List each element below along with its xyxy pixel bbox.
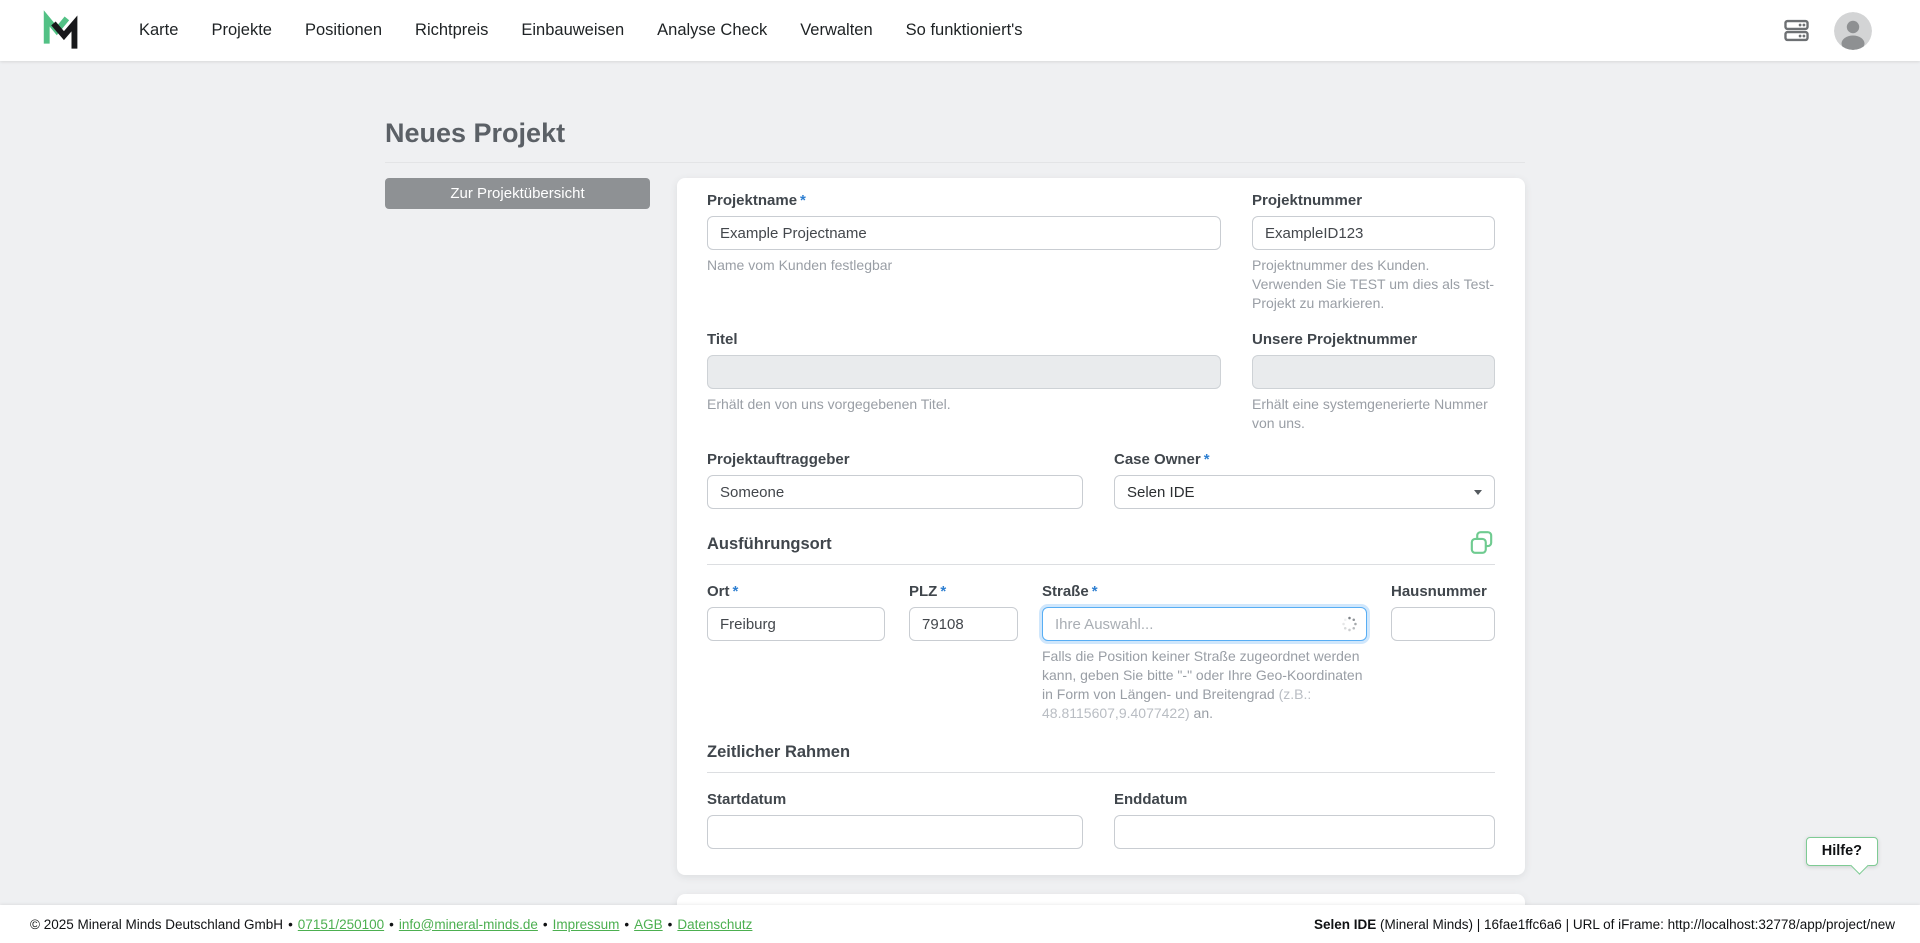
nav-item-karte[interactable]: Karte	[139, 21, 178, 40]
chevron-down-icon	[1474, 490, 1482, 495]
section-zeitlicher-rahmen-title: Zeitlicher Rahmen	[707, 743, 850, 762]
unsere-projektnummer-helper: Erhält eine systemgenerierte Nummer von …	[1252, 395, 1495, 433]
avatar-icon	[1834, 12, 1872, 50]
copy-address-button[interactable]	[1468, 529, 1495, 556]
projektname-label: Projektname*	[707, 192, 1221, 209]
field-ort: Ort*	[707, 583, 885, 723]
case-owner-label: Case Owner*	[1114, 451, 1495, 468]
field-unsere-projektnummer: Unsere Projektnummer Erhält eine systemg…	[1252, 331, 1495, 433]
field-hausnummer: Hausnummer	[1391, 583, 1495, 723]
projektname-helper: Name vom Kunden festlegbar	[707, 256, 1221, 275]
nav-item-verwalten[interactable]: Verwalten	[800, 21, 872, 40]
footer-user-name: Selen IDE	[1314, 917, 1376, 932]
startdatum-label: Startdatum	[707, 791, 1083, 808]
footer-email-link[interactable]: info@mineral-minds.de	[399, 917, 538, 932]
footer-phone-link[interactable]: 07151/250100	[298, 917, 384, 932]
nav-item-analyse-check[interactable]: Analyse Check	[657, 21, 767, 40]
projektauftraggeber-input[interactable]	[707, 475, 1083, 509]
required-asterisk: *	[1204, 451, 1210, 468]
footer-session-info: (Mineral Minds) | 16fae1ffc6a6 | URL of …	[1376, 917, 1895, 932]
projektnummer-label: Projektnummer	[1252, 192, 1495, 209]
field-startdatum: Startdatum	[707, 791, 1083, 849]
nav-item-projekte[interactable]: Projekte	[211, 21, 272, 40]
unsere-projektnummer-input	[1252, 355, 1495, 389]
startdatum-input[interactable]	[707, 815, 1083, 849]
nav-item-richtpreis[interactable]: Richtpreis	[415, 21, 488, 40]
required-asterisk: *	[733, 583, 739, 600]
footer-status-text: Selen IDE (Mineral Minds) | 16fae1ffc6a6…	[1314, 917, 1895, 932]
field-enddatum: Enddatum	[1114, 791, 1495, 849]
case-owner-selected-value: Selen IDE	[1127, 484, 1195, 501]
ort-label: Ort*	[707, 583, 885, 600]
page-title: Neues Projekt	[385, 118, 1525, 163]
project-overview-button[interactable]: Zur Projektübersicht	[385, 178, 650, 209]
case-owner-select[interactable]: Selen IDE	[1114, 475, 1495, 509]
logo-mark-icon	[40, 8, 82, 54]
footer-copyright: © 2025 Mineral Minds Deutschland GmbH	[30, 917, 283, 932]
projektauftraggeber-label: Projektauftraggeber	[707, 451, 1083, 468]
strasse-helper: Falls die Position keiner Straße zugeord…	[1042, 647, 1367, 723]
server-icon[interactable]	[1783, 17, 1810, 44]
plz-input[interactable]	[909, 607, 1018, 641]
ort-input[interactable]	[707, 607, 885, 641]
main-menu: Karte Projekte Positionen Richtpreis Ein…	[139, 21, 1023, 40]
copy-icon	[1468, 529, 1495, 556]
titel-helper: Erhält den von uns vorgegebenen Titel.	[707, 395, 1221, 414]
page-body: Neues Projekt Zur Projektübersicht Proje…	[0, 61, 1920, 905]
plz-label: PLZ*	[909, 583, 1018, 600]
enddatum-label: Enddatum	[1114, 791, 1495, 808]
field-plz: PLZ*	[909, 583, 1018, 723]
hausnummer-label: Hausnummer	[1391, 583, 1495, 600]
projektnummer-input[interactable]	[1252, 216, 1495, 250]
footer-bar: © 2025 Mineral Minds Deutschland GmbH 071…	[0, 905, 1920, 943]
nav-item-einbauweisen[interactable]: Einbauweisen	[521, 21, 624, 40]
spinner-icon	[1341, 616, 1358, 633]
section-zeitlicher-rahmen: Zeitlicher Rahmen	[707, 743, 1495, 773]
field-projektname: Projektname* Name vom Kunden festlegbar	[707, 192, 1221, 313]
hausnummer-input[interactable]	[1391, 607, 1495, 641]
footer-datenschutz-link[interactable]: Datenschutz	[677, 917, 752, 932]
nav-right-actions	[1783, 12, 1872, 50]
left-action-column: Zur Projektübersicht	[385, 178, 650, 209]
strasse-label: Straße*	[1042, 583, 1367, 600]
required-asterisk: *	[940, 583, 946, 600]
nav-item-positionen[interactable]: Positionen	[305, 21, 382, 40]
strasse-input[interactable]	[1042, 607, 1367, 641]
footer-agb-link[interactable]: AGB	[634, 917, 663, 932]
top-navigation-bar: Karte Projekte Positionen Richtpreis Ein…	[0, 0, 1920, 61]
field-projektnummer: Projektnummer Projektnummer des Kunden. …	[1252, 192, 1495, 313]
footer-impressum-link[interactable]: Impressum	[553, 917, 620, 932]
projektname-input[interactable]	[707, 216, 1221, 250]
nav-item-so-funktionierts[interactable]: So funktioniert's	[906, 21, 1023, 40]
required-asterisk: *	[800, 192, 806, 209]
section-ausfuehrungsort-title: Ausführungsort	[707, 535, 832, 554]
mineral-minds-logo[interactable]	[40, 8, 82, 54]
enddatum-input[interactable]	[1114, 815, 1495, 849]
field-strasse: Straße*	[1042, 583, 1367, 723]
field-case-owner: Case Owner* Selen IDE	[1114, 451, 1495, 509]
required-asterisk: *	[1092, 583, 1098, 600]
unsere-projektnummer-label: Unsere Projektnummer	[1252, 331, 1495, 348]
new-project-form-card: Projektname* Name vom Kunden festlegbar …	[677, 178, 1525, 875]
projektnummer-helper: Projektnummer des Kunden. Verwenden Sie …	[1252, 256, 1495, 313]
next-form-card-partial	[677, 894, 1525, 905]
titel-input	[707, 355, 1221, 389]
field-projektauftraggeber: Projektauftraggeber	[707, 451, 1083, 509]
section-ausfuehrungsort: Ausführungsort	[707, 529, 1495, 565]
titel-label: Titel	[707, 331, 1221, 348]
footer-left: © 2025 Mineral Minds Deutschland GmbH 071…	[30, 917, 752, 932]
field-titel: Titel Erhält den von uns vorgegebenen Ti…	[707, 331, 1221, 433]
user-avatar[interactable]	[1834, 12, 1872, 50]
help-button[interactable]: Hilfe?	[1806, 837, 1878, 866]
